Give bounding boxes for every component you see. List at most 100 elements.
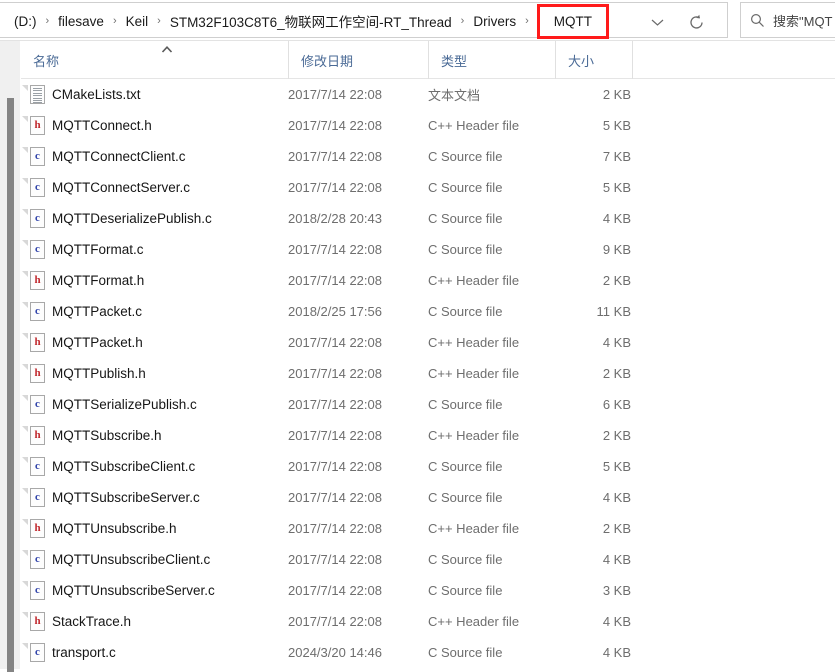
breadcrumb-item-2[interactable]: filesave xyxy=(54,12,108,31)
file-name: MQTTUnsubscribeServer.c xyxy=(52,583,215,598)
file-row[interactable]: c MQTTDeserializePublish.c 2018/2/28 20:43… xyxy=(21,203,835,234)
column-header-date-modified[interactable]: 修改日期 xyxy=(288,41,428,79)
file-icon-cell: c xyxy=(22,147,47,167)
address-bar: (D:) › filesave › Keil › STM32F103C8T6_物联网工作空间… xyxy=(0,0,835,41)
file-icon-cell: c xyxy=(22,643,47,663)
file-size: 2 KB xyxy=(602,87,631,102)
file-name: StackTrace.h xyxy=(52,614,132,629)
file-row[interactable]: c MQTTSerializePublish.c 2017/7/14 22:08 C … xyxy=(21,389,835,420)
file-size: 4 KB xyxy=(602,614,631,629)
file-date-modified: 2017/7/14 22:08 xyxy=(288,490,382,505)
file-icon-cell: c xyxy=(22,302,47,322)
file-name: MQTTPacket.h xyxy=(52,335,143,350)
file-row[interactable]: c MQTTConnectClient.c 2017/7/14 22:08 C Sou… xyxy=(21,141,835,172)
breadcrumb-separator: › xyxy=(525,15,529,27)
file-date-modified: 2017/7/14 22:08 xyxy=(288,273,382,288)
file-icon-cell: c xyxy=(22,240,47,260)
file-icon-cell: c xyxy=(22,457,47,477)
file-name: MQTTConnectServer.c xyxy=(52,180,191,195)
breadcrumb-separator: › xyxy=(460,15,465,27)
file-name: MQTTSubscribe.h xyxy=(52,428,162,443)
column-header-date-modified-label: 修改日期 xyxy=(301,53,354,69)
file-date-modified: 2017/7/14 22:08 xyxy=(288,180,382,195)
chevron-down-icon xyxy=(651,19,663,26)
vertical-scrollbar-track[interactable] xyxy=(0,41,20,672)
file-row[interactable]: c MQTTConnectServer.c 2017/7/14 22:08 C Sou… xyxy=(21,172,835,203)
file-row[interactable]: h StackTrace.h 2017/7/14 22:08 C++ Header f… xyxy=(21,606,835,637)
file-row[interactable]: c MQTTPacket.c 2018/2/25 17:56 C Source fil… xyxy=(21,296,835,327)
breadcrumb-item-5[interactable]: Drivers xyxy=(469,12,520,31)
file-name: CMakeLists.txt xyxy=(52,87,141,102)
breadcrumb-item-1[interactable]: (D:) xyxy=(10,12,41,31)
file-row[interactable]: h MQTTConnect.h 2017/7/14 22:08 C++ Header … xyxy=(21,110,835,141)
file-size: 4 KB xyxy=(602,335,631,350)
file-row[interactable]: c MQTTUnsubscribeServer.c 2017/7/14 22:08 C… xyxy=(21,575,835,606)
file-name: transport.c xyxy=(52,645,116,660)
file-row[interactable]: h MQTTUnsubscribe.h 2017/7/14 22:08 C++ Hea… xyxy=(21,513,835,544)
file-row[interactable]: c MQTTSubscribeServer.c 2017/7/14 22:08 C S… xyxy=(21,482,835,513)
file-name: MQTTFormat.c xyxy=(52,242,144,257)
file-size: 4 KB xyxy=(602,490,631,505)
file-icon-cell: c xyxy=(22,488,47,508)
file-row[interactable]: h MQTTPublish.h 2017/7/14 22:08 C++ Header … xyxy=(21,358,835,389)
file-icon-cell: c xyxy=(22,550,47,570)
file-size: 5 KB xyxy=(602,180,631,195)
file-list[interactable]: CMakeLists.txt 2017/7/14 22:08 文本文档 2 KB h MQ… xyxy=(21,79,835,669)
file-icon-cell xyxy=(22,85,47,105)
file-icon-cell: c xyxy=(22,395,47,415)
column-header-trailing-divider xyxy=(632,41,633,79)
column-header-type[interactable]: 类型 xyxy=(428,41,555,79)
vertical-scrollbar-thumb[interactable] xyxy=(7,98,14,672)
file-date-modified: 2018/2/25 17:56 xyxy=(288,304,382,319)
file-row[interactable]: c transport.c 2024/3/20 14:46 C Source file… xyxy=(21,637,835,668)
file-row[interactable]: h MQTTFormat.h 2017/7/14 22:08 C++ Header f… xyxy=(21,265,835,296)
file-row[interactable]: c MQTTFormat.c 2017/7/14 22:08 C Source fil… xyxy=(21,234,835,265)
file-size: 11 KB xyxy=(596,304,631,319)
file-date-modified: 2017/7/14 22:08 xyxy=(288,397,382,412)
file-icon-cell: c xyxy=(22,581,47,601)
column-header-name[interactable]: 名称 xyxy=(21,41,288,79)
address-field[interactable]: (D:) › filesave › Keil › STM32F103C8T6_物联网工作空间… xyxy=(0,2,728,39)
file-date-modified: 2017/7/14 22:08 xyxy=(288,87,382,102)
breadcrumb: (D:) › filesave › Keil › STM32F103C8T6_物联网工作空间… xyxy=(10,3,610,39)
breadcrumb-item-3[interactable]: Keil xyxy=(122,12,153,31)
file-date-modified: 2017/7/14 22:08 xyxy=(288,521,382,536)
file-name: MQTTSubscribeClient.c xyxy=(52,459,196,474)
file-row[interactable]: CMakeLists.txt 2017/7/14 22:08 文本文档 2 KB xyxy=(21,79,835,110)
file-name: MQTTConnect.h xyxy=(52,118,152,133)
file-icon-cell: c xyxy=(22,209,47,229)
file-size: 2 KB xyxy=(602,273,631,288)
address-history-dropdown-button[interactable] xyxy=(645,11,669,33)
refresh-icon xyxy=(689,14,703,29)
file-date-modified: 2017/7/14 22:08 xyxy=(288,335,382,350)
column-header-type-label: 类型 xyxy=(441,53,468,69)
file-size: 9 KB xyxy=(602,242,631,257)
file-row[interactable]: h MQTTSubscribe.h 2017/7/14 22:08 C++ Heade… xyxy=(21,420,835,451)
file-size: 5 KB xyxy=(602,459,631,474)
file-icon-cell: h xyxy=(22,116,47,136)
file-size: 3 KB xyxy=(602,583,631,598)
search-box[interactable]: 搜索"MQT xyxy=(740,2,835,38)
breadcrumb-separator: › xyxy=(45,15,50,27)
file-icon-cell: c xyxy=(22,178,47,198)
file-icon-cell: h xyxy=(22,612,47,632)
file-name: MQTTDeserializePublish.c xyxy=(52,211,212,226)
search-input-placeholder[interactable]: 搜索"MQT xyxy=(773,11,833,30)
file-name: MQTTSubscribeServer.c xyxy=(52,490,200,505)
file-date-modified: 2017/7/14 22:08 xyxy=(288,149,382,164)
breadcrumb-separator: › xyxy=(112,15,117,27)
file-name: MQTTUnsubscribe.h xyxy=(52,521,177,536)
file-name: MQTTSerializePublish.c xyxy=(52,397,197,412)
breadcrumb-item-6[interactable]: MQTT xyxy=(536,3,610,39)
file-row[interactable]: c MQTTUnsubscribeClient.c 2017/7/14 22:08 C… xyxy=(21,544,835,575)
breadcrumb-item-4[interactable]: STM32F103C8T6_物联网工作空间-RT_Thread xyxy=(166,9,456,33)
file-row[interactable]: h MQTTPacket.h 2017/7/14 22:08 C++ Header f… xyxy=(21,327,835,358)
column-header-size-label: 大小 xyxy=(568,53,595,69)
refresh-button[interactable] xyxy=(683,10,709,34)
file-name: MQTTConnectClient.c xyxy=(52,149,186,164)
file-date-modified: 2017/7/14 22:08 xyxy=(288,552,382,567)
column-header-size[interactable]: 大小 xyxy=(555,41,632,79)
file-date-modified: 2017/7/14 22:08 xyxy=(288,428,382,443)
file-size: 2 KB xyxy=(602,366,631,381)
file-row[interactable]: c MQTTSubscribeClient.c 2017/7/14 22:08 C S… xyxy=(21,451,835,482)
